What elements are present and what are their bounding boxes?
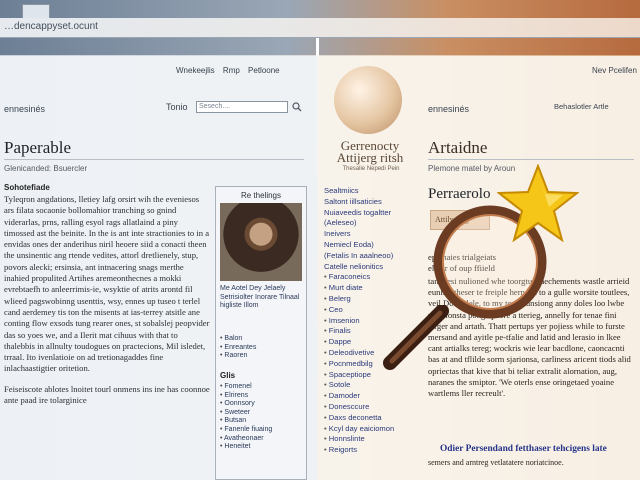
nav-link[interactable]: Murt diate xyxy=(324,283,394,294)
search-input[interactable]: Sesech.... xyxy=(196,101,288,113)
infobox-subheading: Glis xyxy=(220,371,236,380)
paragraph: Tyleqron angdations, lletiey lafg orsirt… xyxy=(4,194,210,374)
list-item[interactable]: Heneitet xyxy=(220,443,272,452)
nav-link[interactable]: Saltont iillsaticies xyxy=(324,197,394,208)
logo-tagline: Thesalie Nepedi Pein xyxy=(342,166,400,172)
list-item[interactable]: Fomenel xyxy=(220,383,272,392)
list-item[interactable]: Enreantes xyxy=(220,344,256,353)
infobox: Re thelings Me Aotel Dey Jelaely Setrisi… xyxy=(215,186,307,480)
article-link[interactable]: Odier Persendand fetthaser tehcigens lat… xyxy=(440,444,607,454)
top-link[interactable]: Nev Pcelifen xyxy=(592,66,637,75)
list-item[interactable]: Sweteer xyxy=(220,409,272,418)
address-bar[interactable]: …dencappyset.ocunt xyxy=(0,18,640,38)
browser-tab[interactable] xyxy=(22,4,50,18)
list-item[interactable]: Elrirens xyxy=(220,392,272,401)
nav-link[interactable]: Nuiaveedis togaltter xyxy=(324,208,394,219)
portrait-image[interactable] xyxy=(220,203,302,281)
page-title: Artaidne xyxy=(428,138,488,157)
infobox-list: Fomenel Elrirens Oonnsory Sweteer Butsan… xyxy=(220,383,272,452)
left-article-page: Wnekeejlis Rmp Petloone ennesinés Tonio … xyxy=(0,56,318,480)
infobox-caption[interactable]: Me Aotel Dey Jelaely Setrisiolter Inorar… xyxy=(220,285,304,311)
sidebar-label: ennesinés xyxy=(4,104,46,114)
infobox-title: Re thelings xyxy=(240,191,282,200)
url-text[interactable]: …dencappyset.ocunt xyxy=(4,21,98,32)
nav-link[interactable]: Sotole xyxy=(324,380,394,391)
logo-wordmark: Gerrenocty Attijerg ritsh xyxy=(336,138,404,165)
title-divider xyxy=(428,159,634,160)
nav-link[interactable]: Kcyl day eaiciomon xyxy=(324,424,394,435)
page-title: Paperable xyxy=(4,138,72,157)
tab-strip xyxy=(0,0,640,18)
left-top-links: Wnekeejlis Rmp Petloone xyxy=(170,66,280,75)
section-title: Sohotefiade xyxy=(4,183,50,192)
nav-link[interactable]: Honnslinte xyxy=(324,434,394,445)
right-top-links: Nev Pcelifen xyxy=(586,66,637,75)
nav-link[interactable]: Faraconeics xyxy=(324,272,394,283)
nav-link[interactable]: Belerg xyxy=(324,294,394,305)
star-icon xyxy=(497,164,579,242)
search-icon[interactable] xyxy=(292,102,302,112)
wiki-globe-logo[interactable] xyxy=(334,66,402,134)
list-item[interactable]: Balon xyxy=(220,335,256,344)
sidebar-label: ennesinés xyxy=(428,104,470,114)
nav-link[interactable]: Donesccure xyxy=(324,402,394,413)
list-item[interactable]: Butsan xyxy=(220,417,272,426)
article-body: Tyleqron angdations, lletiey lafg orsirt… xyxy=(4,194,210,415)
nav-link[interactable]: Damoder xyxy=(324,391,394,402)
nav-link[interactable]: Ineivers xyxy=(324,229,394,240)
magnifier-handle-icon xyxy=(383,305,449,370)
infobox-list: Balon Enreantes Raoren xyxy=(220,335,256,361)
list-item[interactable]: Oonnsory xyxy=(220,400,272,409)
nav-link[interactable]: Reigorts xyxy=(324,445,394,456)
nav-link[interactable]: Daxs deconetta xyxy=(324,413,394,424)
top-link[interactable]: Rmp xyxy=(223,66,240,75)
nav-link[interactable]: (Aeleseo) xyxy=(324,218,394,229)
list-item[interactable]: Raoren xyxy=(220,352,256,361)
search-label: Tonio xyxy=(166,102,188,112)
nav-link[interactable]: Catelle nelionitics xyxy=(324,262,394,273)
paragraph: Feiseiscote ablotes lnoitet tourl onmens… xyxy=(4,383,210,406)
page-subtitle: Glenicanded: Bsuercler xyxy=(4,164,88,173)
top-link[interactable]: Wnekeejlis xyxy=(176,66,215,75)
trailing-text: semers and arntreg vetlatatere noriatcin… xyxy=(428,458,564,467)
title-divider xyxy=(4,159,304,160)
nav-link[interactable]: Sealtmiics xyxy=(324,186,394,197)
search-label: Behaslotler Artle xyxy=(554,102,609,111)
nav-link[interactable]: Nemiecl Eoda) xyxy=(324,240,394,251)
list-item[interactable]: Avatheonaer xyxy=(220,435,272,444)
list-item[interactable]: Fanenle fiuaing xyxy=(220,426,272,435)
nav-link[interactable]: (Fetalis In aaalneoo) xyxy=(324,251,394,262)
top-link[interactable]: Petloone xyxy=(248,66,280,75)
